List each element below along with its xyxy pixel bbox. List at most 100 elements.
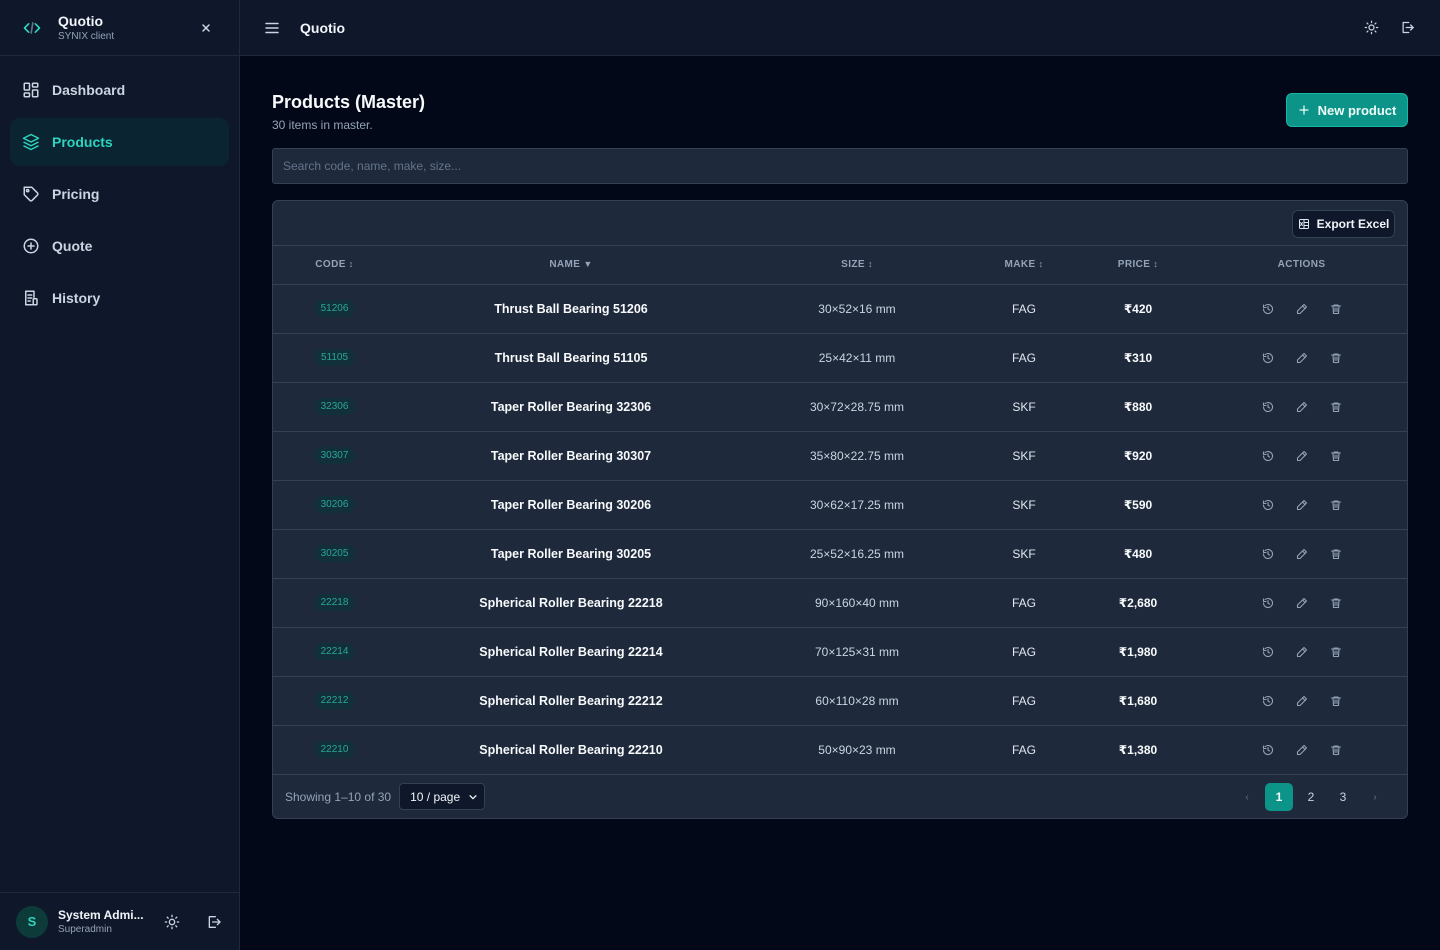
delete-trash-icon[interactable] bbox=[1330, 548, 1342, 560]
sun-icon[interactable] bbox=[1364, 20, 1379, 35]
sun-icon[interactable] bbox=[164, 914, 180, 930]
sidebar-item-pricing[interactable]: Pricing bbox=[10, 170, 229, 218]
edit-pencil-icon[interactable] bbox=[1296, 352, 1308, 364]
dashboard-icon bbox=[23, 82, 39, 98]
page-button-1[interactable]: 1 bbox=[1265, 783, 1293, 811]
history-icon[interactable] bbox=[1262, 303, 1274, 315]
history-icon[interactable] bbox=[1262, 499, 1274, 511]
history-icon[interactable] bbox=[1262, 401, 1274, 413]
cell-price: ₹1,980 bbox=[1118, 644, 1158, 659]
cell-code: 30205 bbox=[273, 529, 396, 578]
code-badge[interactable]: 22218 bbox=[313, 594, 356, 611]
code-badge[interactable]: 22210 bbox=[313, 741, 356, 758]
column-header-size[interactable]: SIZE ↕ bbox=[746, 246, 968, 284]
history-icon[interactable] bbox=[1262, 450, 1274, 462]
cell-name: Spherical Roller Bearing 22218 bbox=[479, 595, 663, 610]
close-icon[interactable] bbox=[197, 19, 215, 37]
receipt-icon bbox=[25, 290, 38, 306]
sidebar-nav: Dashboard Products Pricing Quote History bbox=[0, 56, 239, 322]
code-badge[interactable]: 51206 bbox=[313, 300, 356, 317]
edit-pencil-icon[interactable] bbox=[1296, 499, 1308, 511]
column-header-name[interactable]: NAME ▼ bbox=[396, 246, 746, 284]
cell-size: 30×72×28.75 mm bbox=[809, 399, 905, 414]
delete-trash-icon[interactable] bbox=[1330, 499, 1342, 511]
table-row: 30307 Taper Roller Bearing 30307 35×80×22.… bbox=[273, 431, 1407, 480]
delete-trash-icon[interactable] bbox=[1330, 352, 1342, 364]
code-badge[interactable]: 32306 bbox=[313, 398, 356, 415]
sort-icon: ↕ bbox=[1038, 259, 1044, 270]
plus-circle-icon bbox=[23, 238, 39, 254]
history-icon[interactable] bbox=[1262, 548, 1274, 560]
column-header-label: ACTIONS bbox=[1277, 259, 1326, 271]
delete-trash-icon[interactable] bbox=[1330, 646, 1342, 658]
search-input[interactable] bbox=[272, 148, 1408, 184]
export-excel-button[interactable]: Export Excel bbox=[1292, 210, 1395, 238]
code-badge[interactable]: 30206 bbox=[313, 496, 356, 513]
history-icon[interactable] bbox=[1262, 744, 1274, 756]
hamburger-menu-icon[interactable] bbox=[263, 19, 281, 37]
delete-trash-icon[interactable] bbox=[1330, 450, 1342, 462]
column-header-price[interactable]: PRICE ↕ bbox=[1080, 246, 1196, 284]
next-page-button[interactable]: › bbox=[1361, 783, 1389, 811]
page-button-3[interactable]: 3 bbox=[1329, 783, 1357, 811]
code-badge[interactable]: 51105 bbox=[313, 349, 356, 366]
logout-icon[interactable] bbox=[206, 914, 222, 930]
code-badge[interactable]: 30307 bbox=[313, 447, 356, 464]
brand: Quotio SYNIX client bbox=[0, 0, 239, 56]
column-header-code[interactable]: CODE ↕ bbox=[273, 246, 396, 284]
column-header-label: MAKE bbox=[1004, 259, 1036, 271]
column-header-make[interactable]: MAKE ↕ bbox=[968, 246, 1080, 284]
cell-price: ₹420 bbox=[1123, 301, 1153, 316]
sidebar-item-products[interactable]: Products bbox=[10, 118, 229, 166]
cell-actions bbox=[1196, 480, 1407, 529]
sort-desc-icon: ▼ bbox=[583, 259, 593, 270]
cell-actions bbox=[1196, 333, 1407, 382]
delete-trash-icon[interactable] bbox=[1330, 303, 1342, 315]
edit-pencil-icon[interactable] bbox=[1296, 695, 1308, 707]
history-icon[interactable] bbox=[1262, 695, 1274, 707]
history-icon[interactable] bbox=[1262, 597, 1274, 609]
code-badge[interactable]: 22212 bbox=[313, 692, 356, 709]
cell-actions bbox=[1196, 578, 1407, 627]
cell-price: ₹1,380 bbox=[1118, 742, 1158, 757]
edit-pencil-icon[interactable] bbox=[1296, 744, 1308, 756]
delete-trash-icon[interactable] bbox=[1330, 597, 1342, 609]
products-card: Export Excel CODE ↕ NAME ▼ SIZE ↕ MAKE ↕ PRI… bbox=[272, 200, 1408, 819]
brand-title: Quotio bbox=[58, 12, 104, 29]
cell-size: 90×160×40 mm bbox=[814, 595, 900, 610]
code-badge[interactable]: 22214 bbox=[313, 643, 356, 660]
new-product-button[interactable]: New product bbox=[1286, 93, 1408, 127]
history-icon[interactable] bbox=[1262, 352, 1274, 364]
cell-price: ₹310 bbox=[1123, 350, 1153, 365]
edit-pencil-icon[interactable] bbox=[1296, 450, 1308, 462]
table-row: 22212 Spherical Roller Bearing 22212 60×11… bbox=[273, 676, 1407, 725]
prev-page-button[interactable]: ‹ bbox=[1233, 783, 1261, 811]
sidebar-item-label: Dashboard bbox=[52, 82, 126, 98]
history-icon[interactable] bbox=[1262, 646, 1274, 658]
table-row: 51206 Thrust Ball Bearing 51206 30×52×16 m… bbox=[273, 284, 1407, 333]
delete-trash-icon[interactable] bbox=[1330, 744, 1342, 756]
edit-pencil-icon[interactable] bbox=[1296, 597, 1308, 609]
edit-pencil-icon[interactable] bbox=[1296, 401, 1308, 413]
column-header-actions: ACTIONS bbox=[1196, 246, 1407, 284]
sidebar-item-quote[interactable]: Quote bbox=[10, 222, 229, 270]
table-row: 51105 Thrust Ball Bearing 51105 25×42×11 m… bbox=[273, 333, 1407, 382]
per-page-select[interactable]: 10 / page bbox=[399, 783, 486, 810]
delete-trash-icon[interactable] bbox=[1330, 401, 1342, 413]
edit-pencil-icon[interactable] bbox=[1296, 548, 1308, 560]
edit-pencil-icon[interactable] bbox=[1296, 303, 1308, 315]
showing-text: Showing 1–10 of 30 bbox=[285, 789, 392, 804]
sidebar-item-dashboard[interactable]: Dashboard bbox=[10, 66, 229, 114]
table-row: 22214 Spherical Roller Bearing 22214 70×12… bbox=[273, 627, 1407, 676]
cell-code: 30206 bbox=[273, 480, 396, 529]
logout-icon[interactable] bbox=[1400, 20, 1415, 35]
page-button-2[interactable]: 2 bbox=[1297, 783, 1325, 811]
sidebar-item-history[interactable]: History bbox=[10, 274, 229, 322]
edit-pencil-icon[interactable] bbox=[1296, 646, 1308, 658]
cell-size: 25×42×11 mm bbox=[818, 350, 896, 365]
cell-size: 25×52×16.25 mm bbox=[809, 546, 905, 561]
code-badge[interactable]: 30205 bbox=[313, 545, 356, 562]
cell-name: Taper Roller Bearing 30307 bbox=[490, 448, 652, 463]
cell-name: Taper Roller Bearing 30205 bbox=[490, 546, 652, 561]
delete-trash-icon[interactable] bbox=[1330, 695, 1342, 707]
